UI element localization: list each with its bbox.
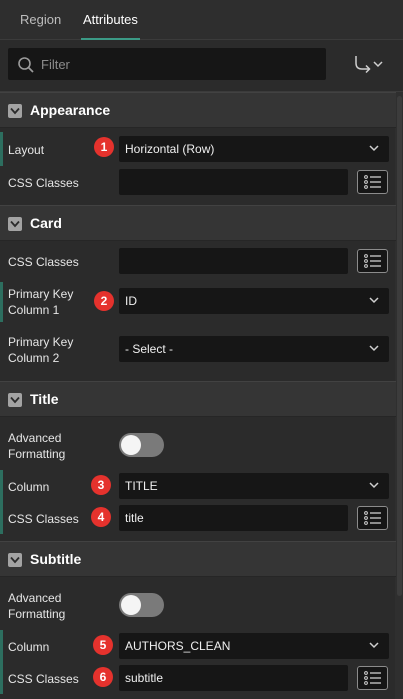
chevron-down-icon xyxy=(369,145,379,152)
collapse-chevron-icon xyxy=(8,553,22,567)
column-label: Column xyxy=(8,640,50,654)
required-indicator xyxy=(0,502,3,534)
pk1-label-line1: Primary Key xyxy=(8,287,74,301)
tab-bar: Region Attributes xyxy=(0,0,403,40)
pk1-row: Primary Key Column 1 2 ID xyxy=(0,282,396,322)
chevron-down-icon xyxy=(369,482,379,489)
css-classes-label: CSS Classes xyxy=(8,255,79,269)
title-css-value: title xyxy=(125,511,144,525)
callout-badge: 5 xyxy=(93,635,113,655)
tab-attributes[interactable]: Attributes xyxy=(81,0,140,40)
toggle-knob xyxy=(121,595,141,615)
required-indicator xyxy=(0,630,3,662)
title-column-row: Column 3 TITLE xyxy=(0,470,396,502)
tab-region[interactable]: Region xyxy=(20,0,61,40)
layout-label: Layout xyxy=(8,143,45,157)
subtitle-css-value: subtitle xyxy=(125,671,164,685)
section-title: Appearance xyxy=(30,102,111,118)
layout-row: Layout 1 Horizontal (Row) xyxy=(0,132,396,166)
title-adv-row: Advanced Formatting xyxy=(0,428,396,464)
pk1-select[interactable]: ID xyxy=(119,288,389,314)
goto-arrow-icon xyxy=(355,56,383,74)
css-classes-picker-button[interactable] xyxy=(357,666,388,690)
section-title: Title xyxy=(30,391,59,407)
pk1-value: ID xyxy=(125,294,137,308)
filter-placeholder: Filter xyxy=(41,57,70,72)
goto-menu-button[interactable] xyxy=(350,53,386,75)
list-icon xyxy=(364,511,381,525)
subtitle-adv-row: Advanced Formatting xyxy=(0,588,396,624)
section-title: Card xyxy=(30,215,62,231)
title-css-row: CSS Classes 4 title xyxy=(0,502,396,534)
scrollbar-thumb[interactable] xyxy=(397,96,402,596)
card-css-input[interactable] xyxy=(119,248,348,274)
section-title-group[interactable]: Title xyxy=(0,381,396,417)
pk2-value: - Select - xyxy=(125,342,174,356)
section-card[interactable]: Card xyxy=(0,205,396,241)
list-icon xyxy=(364,175,381,189)
required-indicator xyxy=(0,470,3,502)
section-subtitle[interactable]: Subtitle xyxy=(0,541,396,577)
subtitle-adv-formatting-toggle[interactable] xyxy=(119,593,164,617)
filter-bar: Filter xyxy=(0,40,403,92)
css-classes-picker-button[interactable] xyxy=(357,249,388,273)
adv-label-line1: Advanced xyxy=(8,591,62,605)
css-classes-label: CSS Classes xyxy=(8,512,79,526)
filter-input[interactable]: Filter xyxy=(8,48,326,80)
search-icon xyxy=(18,57,34,73)
adv-formatting-label: Advanced Formatting xyxy=(8,430,65,462)
chevron-down-icon xyxy=(369,297,379,304)
title-column-select[interactable]: TITLE xyxy=(119,473,389,499)
required-indicator xyxy=(0,282,3,322)
required-indicator xyxy=(0,132,3,166)
collapse-chevron-icon xyxy=(8,104,22,118)
subtitle-css-input[interactable]: subtitle xyxy=(119,665,348,691)
section-title: Subtitle xyxy=(30,551,82,567)
column-label: Column xyxy=(8,480,50,494)
card-css-row: CSS Classes xyxy=(0,244,396,280)
css-classes-label: CSS Classes xyxy=(8,176,79,190)
title-column-value: TITLE xyxy=(125,479,158,493)
callout-badge: 2 xyxy=(94,291,114,311)
callout-badge: 3 xyxy=(91,475,111,495)
pk2-label-line2: Column 2 xyxy=(8,351,60,365)
section-appearance[interactable]: Appearance xyxy=(0,92,396,128)
pk2-row: Primary Key Column 2 - Select - xyxy=(0,330,396,370)
appearance-css-input[interactable] xyxy=(119,169,348,195)
list-icon xyxy=(364,254,381,268)
layout-select[interactable]: Horizontal (Row) xyxy=(119,136,389,162)
callout-badge: 1 xyxy=(94,137,114,157)
title-css-input[interactable]: title xyxy=(119,505,348,531)
layout-value: Horizontal (Row) xyxy=(125,142,215,156)
subtitle-css-row: CSS Classes 6 subtitle xyxy=(0,662,396,694)
chevron-down-icon xyxy=(369,345,379,352)
css-classes-label: CSS Classes xyxy=(8,672,79,686)
list-icon xyxy=(364,671,381,685)
subtitle-column-row: Column 5 AUTHORS_CLEAN xyxy=(0,630,396,662)
callout-badge: 4 xyxy=(91,507,111,527)
css-classes-picker-button[interactable] xyxy=(357,170,388,194)
title-adv-formatting-toggle[interactable] xyxy=(119,433,164,457)
pk2-label: Primary Key Column 2 xyxy=(8,334,73,366)
adv-formatting-label: Advanced Formatting xyxy=(8,590,65,622)
tab-attributes-label: Attributes xyxy=(83,12,138,27)
pk2-select[interactable]: - Select - xyxy=(119,336,389,362)
adv-label-line2: Formatting xyxy=(8,607,66,621)
subtitle-column-select[interactable]: AUTHORS_CLEAN xyxy=(119,633,389,659)
required-indicator xyxy=(0,662,3,694)
collapse-chevron-icon xyxy=(8,217,22,231)
adv-label-line2: Formatting xyxy=(8,447,66,461)
chevron-down-icon xyxy=(369,642,379,649)
subtitle-column-value: AUTHORS_CLEAN xyxy=(125,639,231,653)
toggle-knob xyxy=(121,435,141,455)
pk2-label-line1: Primary Key xyxy=(8,335,74,349)
pk1-label: Primary Key Column 1 xyxy=(8,286,73,318)
css-classes-picker-button[interactable] xyxy=(357,506,388,530)
adv-label-line1: Advanced xyxy=(8,431,62,445)
pk1-label-line2: Column 1 xyxy=(8,303,60,317)
callout-badge: 6 xyxy=(93,667,113,687)
collapse-chevron-icon xyxy=(8,393,22,407)
appearance-css-row: CSS Classes xyxy=(0,166,396,200)
